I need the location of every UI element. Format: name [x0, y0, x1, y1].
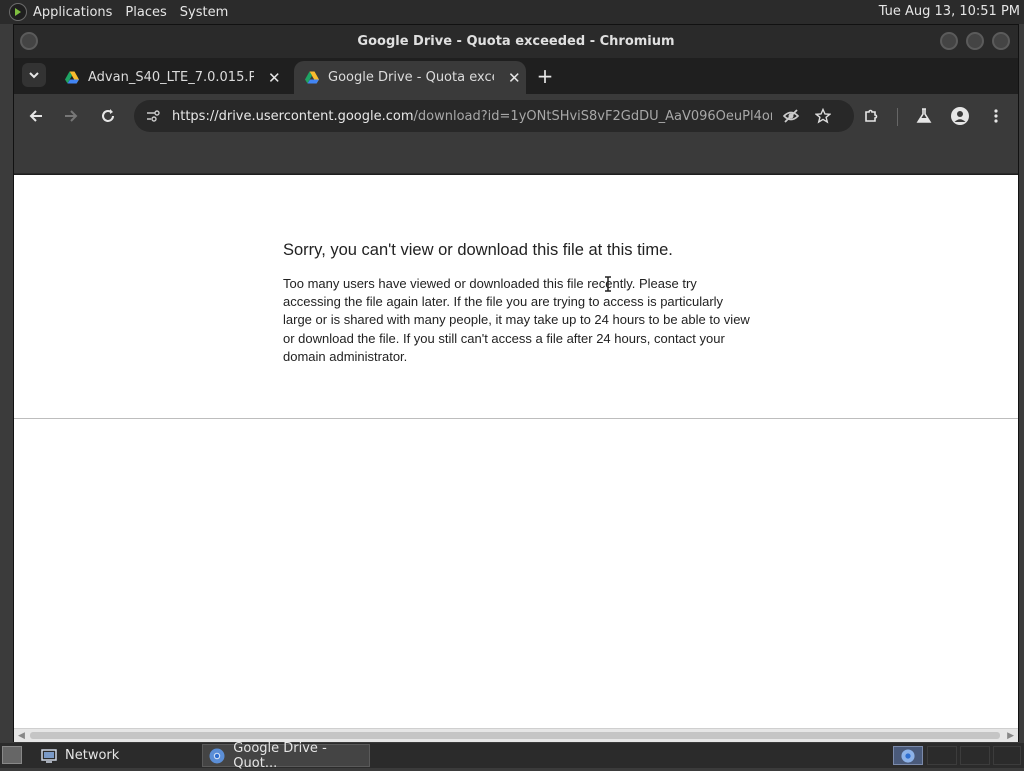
top-panel: Applications Places System Tue Aug 13, 1…	[0, 0, 1024, 24]
chromium-icon	[209, 747, 225, 764]
tab-strip: Advan_S40_LTE_7.0.015.P1. ✕ Google Drive…	[14, 58, 1018, 94]
taskbar-item-chromium[interactable]: Google Drive - Quot...	[202, 741, 370, 771]
url-host: https://drive.usercontent.google.com	[172, 108, 414, 124]
chevron-down-icon	[29, 72, 39, 79]
taskbar-item-label: Google Drive - Quot...	[233, 740, 327, 771]
places-menu[interactable]: Places	[125, 5, 166, 20]
page-heading: Sorry, you can't view or download this f…	[283, 241, 673, 259]
page-divider	[14, 418, 1018, 419]
tab-title: Advan_S40_LTE_7.0.015.P1.	[88, 70, 254, 85]
eye-off-icon[interactable]	[782, 107, 800, 125]
clock[interactable]: Tue Aug 13, 10:51 PM	[879, 4, 1020, 19]
bookmark-star-icon[interactable]	[814, 107, 832, 125]
profile-button[interactable]	[948, 104, 972, 128]
url-text[interactable]: https://drive.usercontent.google.com/dow…	[172, 109, 772, 124]
address-bar[interactable]: https://drive.usercontent.google.com/dow…	[134, 100, 854, 132]
error-message: Sorry, you can't view or download this f…	[283, 241, 753, 366]
arrow-right-icon	[65, 110, 78, 122]
taskbar-item-network[interactable]: Network	[34, 744, 198, 767]
browser-window: Google Drive - Quota exceeded - Chromium…	[13, 24, 1019, 742]
scroll-left-icon[interactable]: ◀	[18, 731, 25, 741]
close-icon[interactable]: ✕	[508, 69, 521, 87]
maximize-button[interactable]	[966, 32, 984, 50]
tab-advan-download[interactable]: Advan_S40_LTE_7.0.015.P1. ✕	[54, 61, 286, 94]
window-titlebar[interactable]: Google Drive - Quota exceeded - Chromium	[14, 25, 1018, 58]
tab-title: Google Drive - Quota exceeded	[328, 70, 494, 85]
back-button[interactable]	[24, 104, 48, 128]
network-window-icon	[40, 747, 57, 764]
taskbar-item-label: Network	[65, 748, 120, 763]
workspace-4[interactable]	[993, 746, 1021, 765]
site-info-icon[interactable]	[144, 107, 162, 125]
tab-google-drive-quota[interactable]: Google Drive - Quota exceeded ✕	[294, 61, 526, 94]
bookmarks-bar	[14, 138, 1018, 174]
extensions-button[interactable]	[859, 104, 883, 128]
reload-icon	[102, 109, 114, 122]
window-title: Google Drive - Quota exceeded - Chromium	[357, 34, 675, 49]
google-drive-icon	[305, 71, 319, 83]
text-cursor-icon	[605, 276, 611, 292]
flask-icon	[916, 108, 932, 123]
chromium-icon	[901, 748, 915, 763]
distro-logo-icon[interactable]	[9, 3, 27, 21]
avatar-icon	[951, 107, 969, 125]
url-path: /download?id=1yONtSHviS8vF2GdDU_AaV096Oe…	[413, 108, 772, 124]
labs-button[interactable]	[912, 104, 936, 128]
workspace-2[interactable]	[927, 746, 957, 765]
browser-toolbar: https://drive.usercontent.google.com/dow…	[14, 94, 1018, 138]
toolbar-separator	[897, 108, 898, 126]
workspace-switcher-active[interactable]	[893, 746, 923, 765]
puzzle-icon	[865, 109, 878, 122]
page-viewport: Sorry, you can't view or download this f…	[14, 175, 1018, 728]
workspace-3[interactable]	[960, 746, 990, 765]
show-desktop-button[interactable]	[2, 746, 22, 764]
page-body-text: Too many users have viewed or downloaded…	[283, 276, 750, 364]
forward-button[interactable]	[59, 104, 83, 128]
scrollbar-thumb[interactable]	[30, 732, 1000, 739]
menu-button[interactable]	[984, 104, 1008, 128]
scroll-right-icon[interactable]: ▶	[1007, 731, 1014, 741]
close-window-button[interactable]	[992, 32, 1010, 50]
kebab-menu-icon	[994, 109, 998, 123]
close-icon[interactable]: ✕	[268, 69, 281, 87]
minimize-button[interactable]	[940, 32, 958, 50]
tab-search-button[interactable]	[22, 63, 46, 87]
horizontal-scrollbar[interactable]: ◀ ▶	[14, 728, 1018, 742]
new-tab-button[interactable]: +	[534, 64, 556, 88]
google-drive-icon	[65, 71, 79, 83]
arrow-left-icon	[29, 110, 42, 122]
window-menu-button[interactable]	[20, 32, 38, 50]
system-menu[interactable]: System	[180, 5, 228, 20]
bottom-taskbar: Network Google Drive - Quot...	[0, 741, 1024, 771]
reload-button[interactable]	[96, 104, 120, 128]
applications-menu[interactable]: Applications	[33, 5, 112, 20]
